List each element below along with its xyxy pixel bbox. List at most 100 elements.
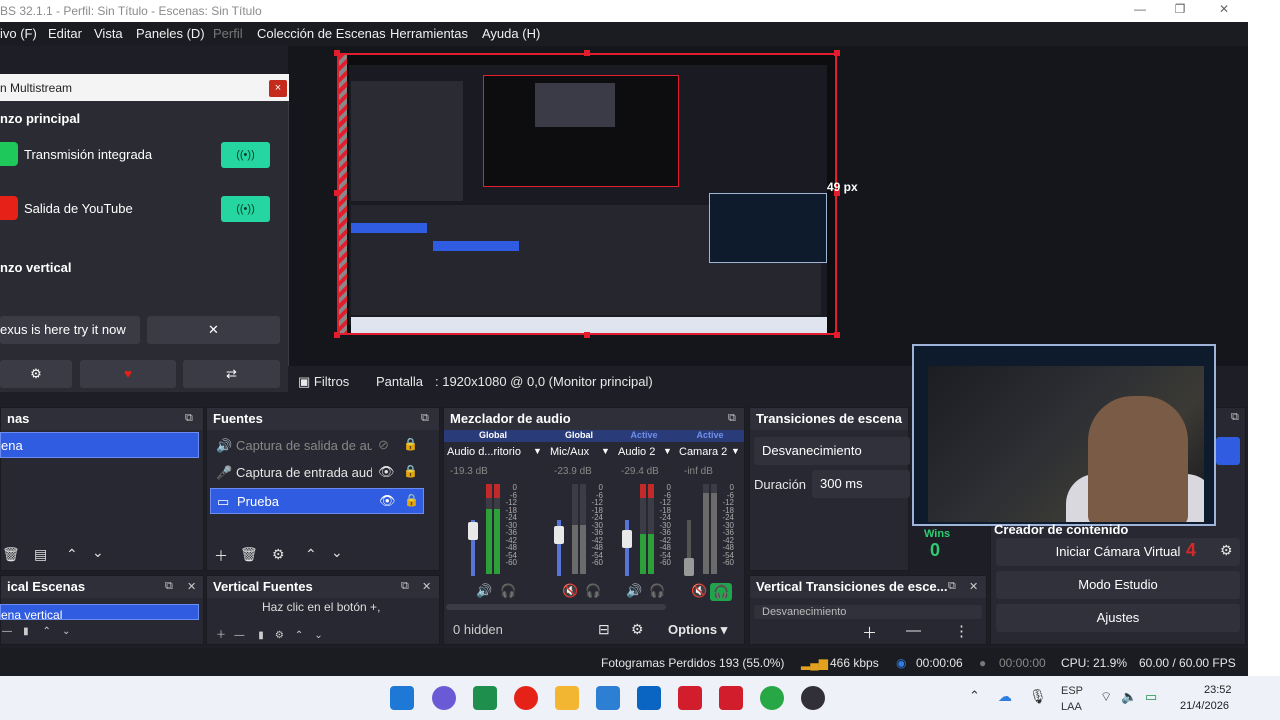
speaker-muted-icon[interactable]: 🔇	[691, 583, 707, 599]
folder-icon[interactable]	[555, 686, 579, 710]
preview-canvas[interactable]	[337, 53, 837, 335]
chevron-down-icon[interactable]: ▼	[601, 446, 610, 456]
headphones-icon[interactable]: 🎧	[585, 583, 601, 599]
heart-icon[interactable]: ♥	[80, 360, 176, 388]
undock-icon[interactable]: ⧉	[185, 412, 193, 425]
volume-slider-knob[interactable]	[468, 522, 478, 540]
volume-slider-knob[interactable]	[684, 558, 694, 576]
vertical-source-toolbar[interactable]: ＋ — ▮ ⚙ ⌃ ⌄	[216, 626, 323, 641]
menu-view[interactable]: Vista	[94, 26, 123, 41]
wifi-icon[interactable]: ⌔	[1100, 689, 1112, 705]
spreadsheet-icon[interactable]	[473, 686, 497, 710]
clock-time[interactable]: 23:52	[1204, 684, 1232, 696]
virtual-camera-button[interactable]: Iniciar Cámara Virtual	[996, 538, 1240, 566]
promo-close-button[interactable]: ✕	[147, 316, 280, 344]
rsa-icon[interactable]	[678, 686, 702, 710]
obs-icon[interactable]	[801, 686, 825, 710]
resize-handle[interactable]	[584, 332, 590, 338]
arrow-down-icon[interactable]: ⌄	[92, 544, 104, 561]
vertical-scene-item[interactable]: ena vertical	[0, 604, 199, 620]
speaker-icon[interactable]: 🔊	[476, 583, 492, 599]
mixer-settings-icon[interactable]: ⚙	[631, 621, 644, 638]
menu-file[interactable]: ivo (F)	[0, 26, 37, 41]
duration-input[interactable]: 300 ms	[812, 470, 910, 498]
resize-handle[interactable]	[584, 50, 590, 56]
eye-icon[interactable]: 👁	[378, 464, 395, 480]
volume-slider-knob[interactable]	[622, 530, 632, 548]
add-icon[interactable]: ＋	[214, 546, 228, 566]
windows-start-icon[interactable]	[390, 686, 414, 710]
menu-edit[interactable]: Editar	[48, 26, 82, 41]
source-item-selected[interactable]: ▭ Prueba 👁 🔒	[210, 488, 424, 514]
mic-icon[interactable]: 🎙	[1029, 688, 1047, 705]
pdf-icon[interactable]	[719, 686, 743, 710]
volume-icon[interactable]: 🔈	[1121, 689, 1137, 705]
trash-icon[interactable]: 🗑	[240, 546, 258, 563]
menu-scene-collection[interactable]: Colección de Escenas	[257, 26, 386, 41]
broadcast-toggle[interactable]: ((•))	[221, 196, 270, 222]
close-button[interactable]: ✕	[1204, 2, 1244, 20]
language-code[interactable]: ESP	[1061, 685, 1083, 697]
chevron-up-icon[interactable]: ⌃	[969, 688, 980, 704]
headphones-icon[interactable]: 🎧	[500, 583, 516, 599]
options-button[interactable]: Options ▾	[668, 622, 727, 638]
undock-icon[interactable]: ⧉	[1231, 411, 1239, 424]
speaker-muted-icon[interactable]: 🔇	[562, 583, 578, 599]
close-icon[interactable]: ×	[269, 80, 287, 97]
volume-slider-knob[interactable]	[554, 526, 564, 544]
filters-button[interactable]: ▣ Filtros	[298, 374, 349, 390]
display-selector[interactable]: : 1920x1080 @ 0,0 (Monitor principal)	[435, 374, 653, 389]
source-item[interactable]: 🎤 Captura de entrada audi 👁 🔒	[210, 460, 424, 486]
arrow-up-icon[interactable]: ⌃	[66, 546, 78, 563]
clock-date[interactable]: 21/4/2026	[1180, 700, 1229, 712]
minimize-button[interactable]: —	[1120, 2, 1160, 20]
promo-button[interactable]: exus is here try it now	[0, 316, 140, 344]
gear-icon[interactable]: ⚙	[1220, 542, 1233, 559]
copilot-icon[interactable]	[432, 686, 456, 710]
eye-off-icon[interactable]: ⊘	[378, 437, 389, 453]
store-icon[interactable]	[596, 686, 620, 710]
settings-icon[interactable]: ⚙	[0, 360, 72, 388]
layout-icon[interactable]: ⊟	[598, 621, 610, 638]
studio-mode-button[interactable]: Modo Estudio	[996, 571, 1240, 599]
gear-icon[interactable]: ⚙	[272, 546, 285, 563]
menu-docks[interactable]: Paneles (D)	[136, 26, 205, 41]
lock-icon[interactable]: 🔒	[404, 493, 419, 507]
undock-icon[interactable]: ⧉	[948, 580, 956, 593]
more-icon[interactable]: ⋮	[954, 622, 969, 640]
outlook-icon[interactable]	[637, 686, 661, 710]
chrome-icon[interactable]	[760, 686, 784, 710]
vertical-scene-toolbar[interactable]: — ▮ ⌃ ⌄	[2, 626, 70, 637]
undock-icon[interactable]: ⧉	[728, 412, 736, 425]
lock-icon[interactable]: 🔒	[403, 464, 418, 478]
add-icon[interactable]: ＋	[862, 622, 877, 643]
arrow-up-icon[interactable]: ⌃	[305, 546, 317, 563]
broadcast-toggle[interactable]: ((•))	[221, 142, 270, 168]
resize-handle[interactable]	[834, 50, 840, 56]
mixer-scrollbar[interactable]	[446, 604, 666, 610]
chevron-down-icon[interactable]: ▼	[663, 446, 672, 456]
resize-handle[interactable]	[834, 332, 840, 338]
chevron-down-icon[interactable]: ▼	[533, 446, 542, 456]
undock-icon[interactable]: ⧉	[401, 580, 409, 593]
battery-icon[interactable]: ▭	[1145, 689, 1157, 705]
speaker-icon[interactable]: 🔊	[626, 583, 642, 599]
filter-icon[interactable]: ▤	[34, 546, 47, 563]
menu-help[interactable]: Ayuda (H)	[482, 26, 540, 41]
keyboard-layout[interactable]: LAA	[1061, 701, 1082, 713]
resize-handle[interactable]	[334, 190, 340, 196]
headphones-icon[interactable]: 🎧	[710, 583, 733, 601]
settings-button[interactable]: Ajustes	[996, 604, 1240, 632]
scene-item[interactable]: ena	[0, 432, 199, 458]
close-icon[interactable]: ✕	[969, 580, 978, 593]
volume-slider[interactable]	[625, 520, 629, 576]
undock-icon[interactable]: ⧉	[421, 412, 429, 425]
eye-icon[interactable]: 👁	[379, 493, 396, 509]
maximize-button[interactable]: ❐	[1160, 2, 1200, 20]
close-icon[interactable]: ✕	[187, 580, 196, 593]
arrow-down-icon[interactable]: ⌄	[331, 544, 343, 561]
vertical-transition-select[interactable]: Desvanecimiento	[754, 605, 982, 619]
menu-profile[interactable]: Perfil	[213, 26, 243, 41]
transition-type-select[interactable]: Desvanecimiento	[754, 437, 910, 465]
menu-tools[interactable]: Herramientas	[390, 26, 468, 41]
